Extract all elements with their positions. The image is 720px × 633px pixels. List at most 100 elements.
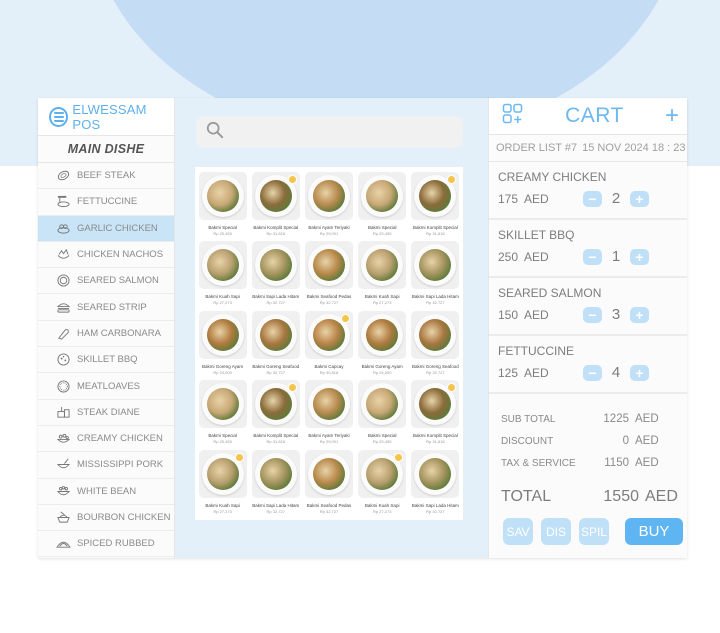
product-card[interactable]: Bakmi Special Rp 25,455	[197, 170, 248, 239]
currency-label: AED	[635, 435, 659, 447]
product-card[interactable]: Bakmi Seafood Pedas Rp 32,727	[303, 239, 354, 308]
product-card[interactable]: Bakmi Sapi Lada Hitam Rp 32,727	[410, 239, 461, 308]
product-card[interactable]: Bakmi Kuah Sapi Rp 27,273	[357, 448, 408, 517]
product-card[interactable]: Bakmi Sapi Lada Hitam Rp 32,727	[250, 239, 301, 308]
sidebar-item-beef-steak[interactable]: BEEF STEAK	[38, 163, 174, 190]
product-card[interactable]: Bakmi Kuah Sapi Rp 27,273	[197, 239, 248, 308]
product-card[interactable]: Bakmi Goreng Seafood Rp 32,727	[410, 309, 461, 378]
increase-qty-button[interactable]: +	[630, 248, 649, 265]
quantity-value: 3	[611, 306, 621, 323]
buy-button[interactable]: BUY	[625, 518, 683, 545]
favorite-badge-icon	[394, 452, 404, 462]
menu-circle-icon[interactable]	[49, 106, 69, 127]
save-button[interactable]: SAV	[503, 518, 533, 545]
product-card[interactable]: Bakmi Komplit Special Rp 31,818	[250, 170, 301, 239]
total-row: TOTAL 1550 AED	[501, 480, 687, 514]
cart-item-price: 150 AED	[498, 308, 583, 322]
decrease-qty-button[interactable]: −	[583, 306, 602, 323]
search-bar[interactable]	[196, 116, 463, 148]
decrease-qty-button[interactable]: −	[583, 364, 602, 381]
plate-image	[361, 383, 404, 426]
product-name: Bakmi Sapi Lada Hitam	[411, 294, 459, 300]
increase-qty-button[interactable]: +	[630, 364, 649, 381]
sidebar-item-spiced-rubbed[interactable]: SPICED RUBBED	[38, 531, 174, 558]
product-price: Rp 27,273	[213, 508, 232, 514]
product-card[interactable]: Bakmi Komplit Special Rp 31,818	[410, 378, 461, 447]
product-image	[251, 380, 300, 429]
product-image	[251, 241, 300, 290]
sidebar-item-steak-diane[interactable]: STEAK DIANE	[38, 400, 174, 426]
product-card[interactable]: Bakmi Goreng Ayam Rp 24,000	[357, 309, 408, 378]
decrease-qty-button[interactable]: −	[583, 190, 602, 207]
split-button[interactable]: SPIL	[579, 518, 609, 545]
add-order-button[interactable]: +	[665, 104, 679, 128]
product-card[interactable]: Bakmi Goreng Ayam Rp 24,000	[197, 309, 248, 378]
sidebar-item-label: FETTUCCINE	[77, 196, 138, 208]
currency-label: AED	[645, 488, 678, 505]
product-name: Bakmi Special	[208, 433, 237, 439]
sidebar-item-fettuccine[interactable]: FETTUCCINE	[38, 189, 174, 216]
increase-qty-button[interactable]: +	[630, 190, 649, 207]
quantity-value: 2	[611, 190, 621, 207]
ham-icon	[55, 326, 71, 340]
plate-image	[201, 383, 244, 426]
decrease-qty-button[interactable]: −	[583, 248, 602, 265]
increase-qty-button[interactable]: +	[630, 306, 649, 323]
cart-item-row: 150 AED −3 +	[498, 306, 687, 323]
product-card[interactable]: Bakmi Komplit Special Rp 31,818	[410, 170, 461, 239]
sidebar-item-creamy-chicken[interactable]: CREAMY CHICKEN	[38, 426, 174, 453]
cart-items: CREAMY CHICKEN 175 AED −2 + SKILLET BBQ 250 A…	[489, 162, 687, 394]
discount-button[interactable]: DIS	[541, 518, 571, 545]
product-card[interactable]: Bakmi Kuah Sapi Rp 27,273	[357, 239, 408, 308]
product-card[interactable]: Bakmi Komplit Special Rp 31,818	[250, 378, 301, 447]
food-image	[419, 457, 452, 490]
product-name: Bakmi Ayam Teriyaki	[308, 225, 350, 230]
product-image	[411, 310, 460, 359]
cart-item: FETTUCCINE 125 AED −4 +	[489, 336, 687, 394]
add-grid-icon[interactable]	[502, 103, 524, 130]
product-card[interactable]: Bakmi Capcay Rp 30,818	[303, 309, 354, 378]
sidebar-item-ham-carbonara[interactable]: HAM CARBONARA	[38, 321, 174, 348]
product-price: Rp 32,727	[266, 300, 286, 306]
product-card[interactable]: Bakmi Sapi Lada Hitam Rp 32,727	[250, 448, 301, 517]
product-image	[411, 449, 460, 498]
cart-header: CART +	[489, 98, 687, 135]
product-card[interactable]: Bakmi Kuah Sapi Rp 27,273	[197, 448, 248, 517]
sidebar-item-seared-strip[interactable]: SEARED STRIP	[38, 294, 174, 321]
sidebar-item-bourbon-chicken[interactable]: BOURBON CHICKEN	[38, 505, 174, 532]
product-card[interactable]: Bakmi Special Rp 25,455	[197, 378, 248, 447]
cart-item-price: 250 AED	[498, 250, 583, 264]
cart-item: SEARED SALMON 150 AED −3 +	[489, 278, 687, 336]
sidebar-item-label: WHITE BEAN	[77, 485, 137, 497]
food-image	[366, 388, 399, 421]
product-name: Bakmi Seafood Pedas	[306, 294, 352, 300]
subtotal-value: 1225	[603, 413, 629, 425]
plate-image	[254, 244, 297, 287]
product-price: Rp 31,818	[426, 231, 445, 236]
sidebar-item-chicken-nachos[interactable]: CHICKEN NACHOS	[38, 242, 174, 269]
product-card[interactable]: Bakmi Seafood Pedas Rp 32,727	[303, 448, 354, 517]
search-input[interactable]	[232, 125, 452, 139]
sidebar-item-meatloaves[interactable]: MEATLOAVES	[38, 373, 174, 400]
product-grid: Bakmi Special Rp 25,455 Bakmi Komplit Spec…	[195, 167, 463, 520]
product-card[interactable]: Bakmi Ayam Teriyaki Rp 29,091	[303, 170, 354, 239]
sidebar-item-white-bean[interactable]: WHITE BEAN	[38, 479, 174, 505]
product-card[interactable]: Bakmi Sapi Lada Hitam Rp 32,727	[410, 448, 461, 517]
product-price: Rp 32,727	[426, 508, 445, 514]
product-card[interactable]: Bakmi Ayam Teriyaki Rp 29,091	[303, 378, 354, 447]
product-card[interactable]: Bakmi Special Rp 25,455	[357, 170, 408, 239]
sidebar-item-label: MISSISSIPPI PORK	[77, 459, 164, 471]
currency-label: AED	[635, 457, 659, 469]
rice-bowl-icon	[55, 511, 71, 525]
total-label: TOTAL	[501, 488, 552, 505]
sidebar-item-seared-salmon[interactable]: SEARED SALMON	[38, 268, 174, 295]
sidebar-item-skillet-bbq[interactable]: SKILLET BBQ	[38, 347, 174, 374]
product-card[interactable]: Bakmi Goreng Seafood Rp 32,727	[250, 309, 301, 378]
sidebar-item-mississippi-pork[interactable]: MISSISSIPPI PORK	[38, 452, 174, 479]
product-name: Bakmi Seafood Pedas	[306, 502, 352, 508]
sidebar-item-garlic-chicken[interactable]: GARLIC CHICKEN	[38, 215, 174, 242]
product-card[interactable]: Bakmi Special Rp 25,455	[357, 378, 408, 447]
favorite-badge-icon	[287, 383, 297, 393]
tax-value: 1150	[604, 457, 629, 469]
cart-item-name: SEARED SALMON	[498, 286, 602, 300]
